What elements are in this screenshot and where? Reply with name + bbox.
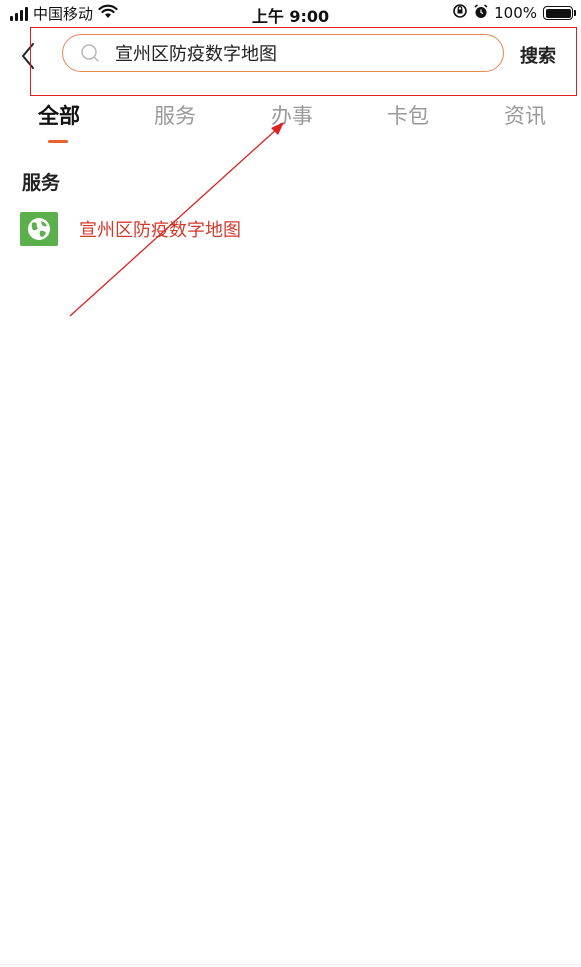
search-bar[interactable] <box>62 34 504 72</box>
search-input[interactable] <box>113 41 477 65</box>
globe-icon <box>20 212 58 246</box>
list-item[interactable]: 宣州区防疫数字地图 <box>20 212 241 246</box>
search-button[interactable]: 搜索 <box>520 42 556 68</box>
bottom-divider <box>0 964 581 965</box>
battery-icon <box>543 6 576 20</box>
tab-all[interactable]: 全部 <box>29 100 89 130</box>
section-title: 服务 <box>22 172 61 194</box>
back-button[interactable] <box>14 38 42 74</box>
category-tabs: 全部 服务 办事 卡包 资讯 <box>0 98 581 148</box>
search-header: 搜索 <box>0 27 581 98</box>
chevron-left-icon <box>22 43 34 69</box>
tab-affairs[interactable]: 办事 <box>262 100 322 130</box>
active-tab-indicator <box>48 140 68 143</box>
tab-card-wallet[interactable]: 卡包 <box>378 100 438 130</box>
alarm-icon <box>474 3 488 23</box>
battery-percent: 100% <box>494 4 537 22</box>
orientation-lock-icon <box>452 3 468 23</box>
status-right: 100% <box>452 3 576 23</box>
status-bar: 中国移动 上午 9:00 100% <box>0 0 581 28</box>
tab-services[interactable]: 服务 <box>145 100 205 130</box>
tab-news[interactable]: 资讯 <box>495 100 555 130</box>
search-icon <box>79 42 101 64</box>
service-item-label: 宣州区防疫数字地图 <box>79 220 241 241</box>
